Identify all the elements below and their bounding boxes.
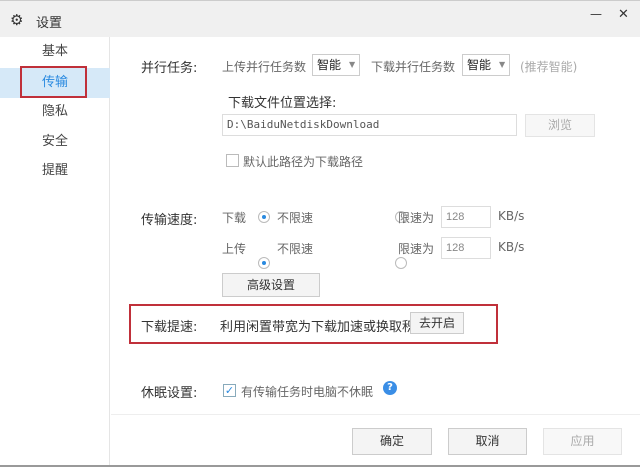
sidebar-item-label: 基本 [42, 44, 69, 59]
limit-radio[interactable] [394, 257, 407, 269]
unit-label: KB/s [498, 240, 525, 254]
gear-icon: ⚙ [10, 11, 24, 29]
apply-button[interactable]: 应用 [543, 428, 622, 455]
sidebar-item-privacy[interactable]: 隐私 [0, 97, 110, 127]
sidebar-item-label: 提醒 [42, 163, 69, 178]
no-sleep-label: 有传输任务时电脑不休眠 [241, 385, 374, 399]
download-path-input[interactable]: D:\BaiduNetdiskDownload [222, 114, 517, 136]
default-path-label: 默认此路径为下载路径 [243, 155, 364, 169]
sidebar-item-label: 安全 [42, 134, 69, 149]
boost-label: 下载提速: [141, 320, 198, 335]
close-button[interactable]: ✕ [618, 7, 629, 22]
download-parallel-select[interactable]: 智能 ▼ [462, 54, 511, 76]
enable-boost-button[interactable]: 去开启 [410, 312, 464, 334]
limit-value-input[interactable]: 128 [441, 206, 491, 228]
limit-value-input[interactable]: 128 [441, 237, 491, 259]
window-title: 设置 [36, 16, 63, 31]
speed-label: 传输速度: [141, 213, 198, 228]
advanced-settings-button[interactable]: 高级设置 [222, 273, 320, 297]
unlimited-radio[interactable] [258, 211, 270, 223]
sidebar-item-basic[interactable]: 基本 [0, 37, 110, 67]
unlimited-radio[interactable] [258, 257, 270, 269]
parallel-label: 并行任务: [141, 61, 198, 76]
chevron-down-icon: ▼ [499, 60, 506, 69]
sidebar-item-security[interactable]: 安全 [0, 127, 110, 157]
highlight-box-sidebar [20, 66, 87, 98]
sidebar: 基本 传输 隐私 安全 提醒 [0, 37, 110, 467]
location-label: 下载文件位置选择: [228, 96, 337, 111]
no-sleep-checkbox[interactable]: ✓ [223, 384, 236, 397]
minimize-button[interactable]: — [590, 7, 602, 21]
ok-button[interactable]: 确定 [352, 428, 432, 455]
chevron-down-icon: ▼ [349, 60, 356, 69]
download-parallel-label: 下载并行任务数 [371, 60, 456, 74]
default-path-checkbox[interactable] [226, 154, 239, 167]
limit-label: 限速为 [398, 211, 435, 225]
unlimited-label: 不限速 [277, 211, 314, 225]
select-value: 智能 [467, 58, 492, 72]
help-icon[interactable]: ? [383, 381, 397, 395]
upload-parallel-select[interactable]: 智能 ▼ [312, 54, 361, 76]
limit-label: 限速为 [398, 242, 435, 256]
sleep-label: 休眠设置: [141, 386, 198, 401]
speed-direction: 上传 [222, 242, 247, 256]
browse-button[interactable]: 浏览 [525, 114, 595, 137]
select-value: 智能 [317, 58, 342, 72]
cancel-button[interactable]: 取消 [448, 428, 527, 455]
sidebar-item-label: 隐私 [42, 104, 69, 119]
upload-parallel-label: 上传并行任务数 [222, 60, 307, 74]
speed-direction: 下载 [222, 211, 247, 225]
sidebar-item-reminder[interactable]: 提醒 [0, 156, 110, 186]
unit-label: KB/s [498, 209, 525, 223]
parallel-hint: (推荐智能) [520, 60, 578, 74]
footer-divider [111, 414, 640, 415]
boost-text: 利用闲置带宽为下载加速或换取积分 [220, 320, 429, 335]
title-bar: ⚙ 设置 — ✕ [0, 0, 640, 37]
unlimited-label: 不限速 [277, 242, 314, 256]
